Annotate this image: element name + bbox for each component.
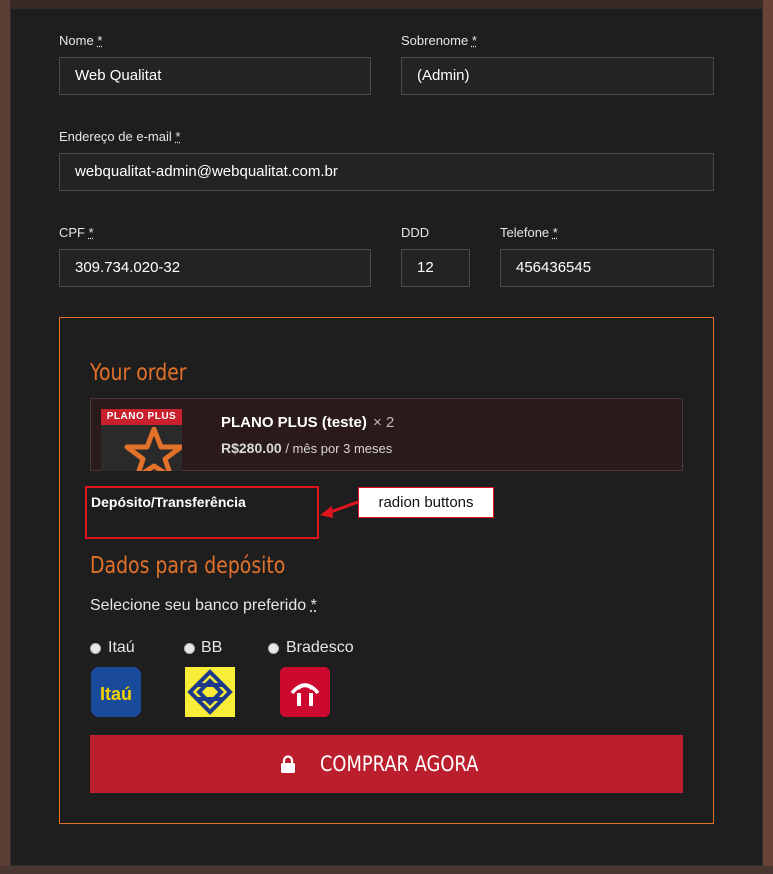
order-product-item: PLANO PLUS PLANO PLUS (teste) × 2 R$280.… — [90, 398, 683, 471]
email-label: Endereço de e-mail * — [59, 129, 181, 144]
background-left — [0, 0, 10, 874]
product-price: R$280.00 / mês por 3 meses — [221, 440, 393, 456]
background-right — [763, 0, 773, 874]
product-thumbnail: PLANO PLUS — [101, 409, 182, 471]
product-thumb-label: PLANO PLUS — [101, 409, 182, 425]
phone-label: Telefone * — [500, 225, 558, 240]
svg-text:Itaú: Itaú — [100, 684, 132, 704]
ddd-field[interactable]: 12 — [401, 249, 470, 287]
bank-prompt: Selecione seu banco preferido * — [90, 597, 317, 614]
annotation-highlight-box — [85, 486, 319, 539]
bank-label-bb[interactable]: BB — [201, 639, 222, 657]
buy-now-label: COMPRAR AGORA — [320, 752, 479, 776]
deposit-heading: Dados para depósito — [90, 553, 286, 579]
product-name: PLANO PLUS (teste) — [221, 414, 367, 431]
star-icon — [124, 427, 182, 471]
radio-itau[interactable] — [90, 643, 101, 654]
bb-logo-icon — [185, 667, 235, 717]
product-quantity: × 2 — [373, 414, 395, 431]
bradesco-logo-icon — [280, 667, 330, 717]
email-field[interactable]: webqualitat-admin@webqualitat.com.br — [59, 153, 714, 191]
order-heading: Your order — [90, 360, 187, 386]
bank-label-itau[interactable]: Itaú — [108, 639, 135, 657]
ddd-label: DDD — [401, 225, 430, 240]
buy-now-button[interactable]: COMPRAR AGORA — [90, 735, 683, 793]
bank-label-bradesco[interactable]: Bradesco — [286, 639, 354, 657]
annotation-arrow-icon — [320, 500, 359, 518]
first-name-field[interactable]: Web Qualitat — [59, 57, 371, 95]
bradesco-logo[interactable] — [280, 667, 330, 717]
phone-field[interactable]: 456436545 — [500, 249, 714, 287]
cpf-field[interactable]: 309.734.020-32 — [59, 249, 371, 287]
radio-bradesco[interactable] — [268, 643, 279, 654]
bb-logo[interactable] — [185, 667, 235, 717]
itau-logo-icon: Itaú — [94, 670, 138, 714]
first-name-label: Nome * — [59, 33, 103, 48]
radio-bb[interactable] — [184, 643, 195, 654]
last-name-field[interactable]: (Admin) — [401, 57, 714, 95]
background-bottom — [0, 866, 773, 874]
lock-icon — [281, 755, 296, 773]
annotation-callout: radion buttons — [358, 487, 494, 518]
itau-logo[interactable]: Itaú — [91, 667, 141, 717]
last-name-label: Sobrenome * — [401, 33, 477, 48]
cpf-label: CPF * — [59, 225, 94, 240]
